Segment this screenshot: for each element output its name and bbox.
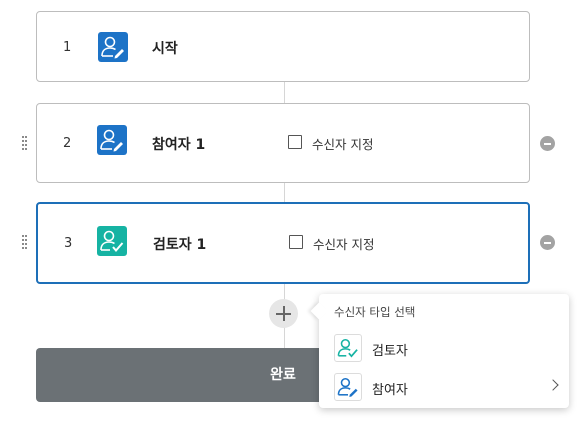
designate-recipient-label: 수신자 지정 [313,237,375,252]
user-check-icon [334,334,362,362]
step-card-participant[interactable]: 2 참여자 1 수신자 지정 [36,103,530,183]
menu-item-participant[interactable]: 참여자 [319,372,569,404]
designate-recipient-checkbox[interactable] [288,135,302,149]
menu-title: 수신자 타입 선택 [334,305,416,319]
step-number: 2 [63,136,72,151]
menu-item-label: 검토자 [372,344,408,359]
user-check-icon [97,226,127,256]
menu-item-label: 참여자 [372,383,408,398]
drag-handle-icon[interactable] [22,136,27,150]
step-title: 검토자 1 [153,237,207,253]
chevron-right-icon [547,379,559,391]
user-edit-icon [98,32,128,62]
flow-connector [284,183,285,203]
step-card-start[interactable]: 1 시작 [36,11,530,82]
step-number: 1 [63,40,72,55]
flow-connector [284,82,285,104]
user-edit-icon [97,125,127,155]
step-number: 3 [64,236,73,251]
designate-recipient-checkbox[interactable] [289,235,303,249]
remove-step-icon[interactable] [540,136,555,151]
drag-handle-icon[interactable] [22,235,27,249]
step-card-reviewer[interactable]: 3 검토자 1 수신자 지정 [36,202,530,284]
recipient-type-menu: 수신자 타입 선택 검토자 참여자 [319,294,569,408]
designate-recipient-label: 수신자 지정 [312,137,374,152]
step-title: 참여자 1 [152,137,206,153]
remove-step-icon[interactable] [540,235,555,250]
user-edit-icon [334,373,362,401]
add-step-icon[interactable] [269,299,298,328]
step-title: 시작 [152,41,178,57]
menu-item-reviewer[interactable]: 검토자 [319,333,569,365]
